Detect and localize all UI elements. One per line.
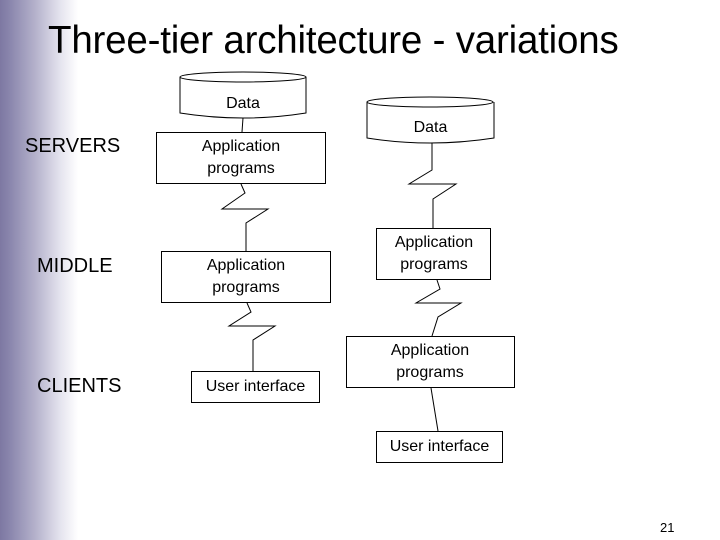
right-connector-app-ui <box>430 387 439 432</box>
left-server-app-label: Application programs <box>201 138 281 177</box>
right-middle-app-label: Application programs <box>394 234 474 273</box>
right-client-ui-label: User interface <box>389 438 490 455</box>
left-connector-middle-client <box>227 302 277 371</box>
left-client-ui-label: User interface <box>205 378 306 395</box>
left-data-label: Data <box>226 95 260 112</box>
architecture-diagram <box>156 71 515 463</box>
left-connector-data-server <box>241 117 244 133</box>
right-connector-middle-client <box>414 279 463 337</box>
left-connector-server-middle <box>220 183 270 251</box>
left-middle-app-label: Application programs <box>206 257 286 296</box>
right-client-app-label: Application programs <box>390 342 470 381</box>
right-connector-data-middle <box>407 143 458 228</box>
right-data-label: Data <box>413 119 448 136</box>
page-number: 21 <box>660 520 675 535</box>
